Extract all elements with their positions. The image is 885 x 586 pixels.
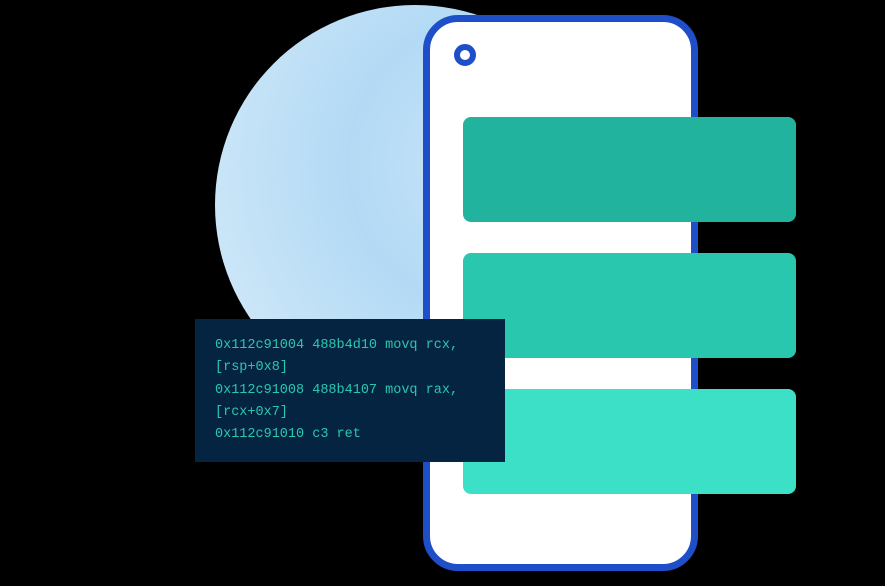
camera-icon bbox=[454, 44, 476, 66]
content-card-2 bbox=[463, 253, 796, 358]
code-line: [rsp+0x8] bbox=[215, 360, 288, 375]
content-card-3 bbox=[463, 389, 796, 494]
code-line: [rcx+0x7] bbox=[215, 405, 288, 420]
code-line: 0x112c91004 488b4d10 movq rcx, bbox=[215, 338, 458, 353]
code-panel: 0x112c91004 488b4d10 movq rcx, [rsp+0x8]… bbox=[195, 319, 505, 462]
code-line: 0x112c91010 c3 ret bbox=[215, 427, 361, 442]
content-card-1 bbox=[463, 117, 796, 222]
code-line: 0x112c91008 488b4107 movq rax, bbox=[215, 383, 458, 398]
